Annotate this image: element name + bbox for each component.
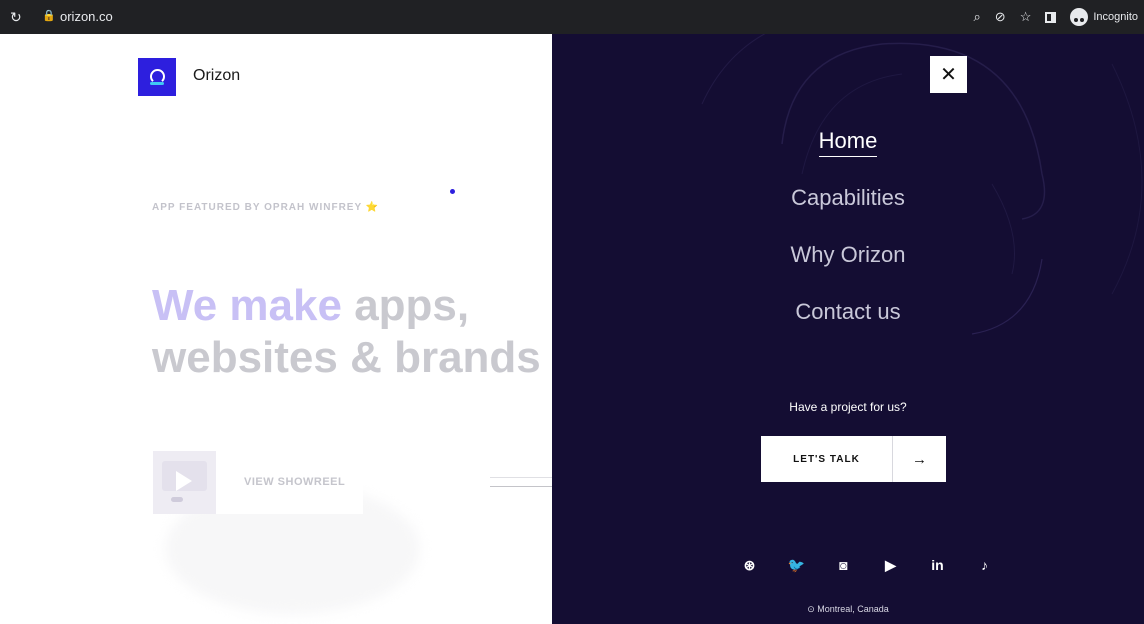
linkedin-icon[interactable]: in — [914, 555, 961, 575]
showreel-label[interactable]: VIEW SHOWREEL — [244, 476, 345, 488]
arrow-right-icon[interactable]: → — [893, 436, 946, 482]
location-label: Montreal, Canada — [817, 604, 889, 614]
star-emoji-icon: ⭐ — [365, 202, 380, 213]
reload-icon[interactable]: ↻ — [10, 9, 22, 25]
lets-talk-button[interactable]: LET'S TALK → — [761, 436, 946, 482]
project-prompt: Have a project for us? — [789, 400, 907, 414]
headline-line2: websites & brands — [152, 333, 541, 382]
incognito-indicator[interactable]: Incognito — [1070, 8, 1138, 26]
close-menu-button[interactable]: ✕ — [930, 56, 967, 93]
location-text: ⊙ Montreal, Canada — [552, 604, 1144, 615]
hero-headline: We make apps, websites & brands — [152, 280, 541, 384]
tiktok-icon[interactable]: ♪ — [961, 555, 1008, 575]
zoom-icon[interactable]: ⌕ — [974, 10, 981, 24]
menu-item-contact-us[interactable]: Contact us — [552, 299, 1144, 327]
eye-off-icon[interactable]: ⊘ — [995, 10, 1006, 24]
lock-icon[interactable]: 🔒 — [42, 9, 56, 22]
browser-actions: ⌕ ⊘ ☆ Incognito — [974, 6, 1138, 28]
instagram-icon[interactable]: ◙ — [820, 555, 867, 575]
menu-item-why-orizon[interactable]: Why Orizon — [552, 242, 1144, 270]
decorative-line — [490, 486, 552, 487]
browser-toolbar: ↻ 🔒 orizon.co ⌕ ⊘ ☆ Incognito — [0, 0, 1144, 34]
page-content: Orizon APP FEATURED BY OPRAH WINFREY ⭐ W… — [0, 34, 552, 624]
background-logo-shape — [701, 34, 1143, 335]
social-links: ⊛ 🐦 ◙ ▶ in ♪ — [726, 555, 1008, 575]
side-panel-icon[interactable] — [1045, 11, 1057, 23]
star-icon[interactable]: ☆ — [1020, 10, 1032, 24]
dribbble-icon[interactable]: ⊛ — [726, 555, 773, 575]
headline-line1: apps, — [341, 281, 470, 330]
close-icon: ✕ — [940, 64, 957, 86]
brand-name[interactable]: Orizon — [193, 67, 240, 85]
menu-overlay: ✕ Home Capabilities Why Orizon Contact u… — [552, 34, 1144, 624]
youtube-icon[interactable]: ▶ — [867, 555, 914, 575]
incognito-label: Incognito — [1093, 11, 1138, 23]
cursor-dot — [450, 189, 455, 194]
location-pin-icon: ⊙ — [807, 604, 815, 614]
address-bar[interactable]: orizon.co — [60, 9, 113, 25]
lets-talk-label[interactable]: LET'S TALK — [761, 436, 892, 482]
showreel-button[interactable]: VIEW SHOWREEL — [153, 451, 363, 514]
play-icon[interactable] — [176, 471, 192, 491]
incognito-icon — [1070, 8, 1089, 26]
menu-item-capabilities[interactable]: Capabilities — [552, 185, 1144, 213]
featured-text: APP FEATURED BY OPRAH WINFREY ⭐ — [152, 202, 380, 213]
showreel-thumbnail[interactable] — [153, 451, 216, 514]
decorative-line — [490, 477, 552, 478]
orizon-logo-icon[interactable] — [138, 58, 176, 96]
menu-item-home[interactable]: Home — [552, 128, 1144, 157]
twitter-icon[interactable]: 🐦 — [773, 555, 820, 575]
headline-accent: We make — [152, 281, 342, 330]
